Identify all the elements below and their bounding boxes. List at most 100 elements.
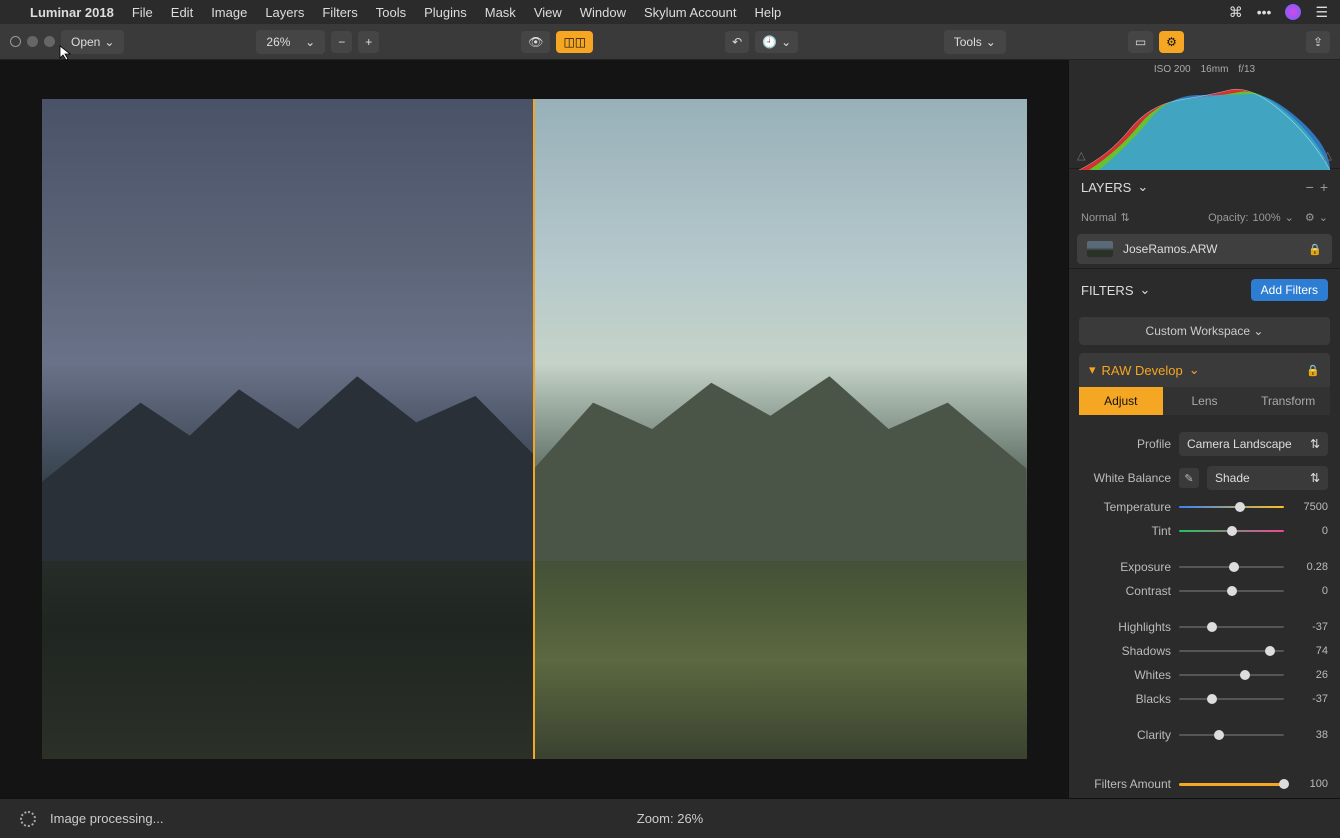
histogram[interactable]: ISO 200 16mm f/13 △ △ (1069, 60, 1340, 168)
opacity-value[interactable]: 100% (1252, 212, 1280, 224)
plus-icon[interactable]: + (1320, 179, 1328, 195)
history-dot-1[interactable] (10, 36, 21, 47)
workspace-select[interactable]: Custom Workspace ⌄ (1079, 317, 1330, 345)
menu-edit[interactable]: Edit (171, 5, 193, 20)
layers-header[interactable]: LAYERS ⌄ − + (1069, 168, 1340, 205)
whites-value: 26 (1292, 669, 1328, 681)
blacks-slider[interactable] (1179, 698, 1284, 700)
lock-icon: 🔒 (1306, 364, 1320, 377)
export-button[interactable]: ⇪ (1306, 31, 1330, 53)
menu-help[interactable]: Help (755, 5, 782, 20)
shadow-clip-icon[interactable]: △ (1077, 149, 1085, 162)
history-dot-2[interactable] (27, 36, 38, 47)
chevron-down-icon: ⌄ (986, 35, 996, 49)
tint-label: Tint (1081, 524, 1171, 538)
undo-icon: ↶ (732, 35, 742, 49)
undo-button[interactable]: ↶ (725, 31, 749, 53)
panel-icon: ▭ (1135, 35, 1146, 49)
exposure-slider[interactable] (1179, 566, 1284, 568)
contrast-value: 0 (1292, 585, 1328, 597)
temperature-slider[interactable] (1179, 506, 1284, 508)
adjust-panel-button[interactable]: ⚙ (1159, 31, 1184, 53)
compare-view-button[interactable]: ◫◫ (556, 31, 593, 53)
right-panel: ISO 200 16mm f/13 △ △ LAYERS ⌄ − + (1068, 60, 1340, 798)
menu-mask[interactable]: Mask (485, 5, 516, 20)
tab-lens[interactable]: Lens (1163, 387, 1247, 415)
processing-text: Image processing... (50, 811, 163, 826)
highlights-value: -37 (1292, 621, 1328, 633)
triangle-down-icon: ▾ (1089, 362, 1096, 378)
tools-dropdown[interactable]: Tools ⌄ (944, 30, 1006, 54)
shadows-slider[interactable] (1179, 650, 1284, 652)
tab-transform[interactable]: Transform (1246, 387, 1330, 415)
before-image (42, 99, 535, 759)
raw-develop-header[interactable]: ▾ RAW Develop ⌄ 🔒 (1079, 353, 1330, 387)
menu-view[interactable]: View (534, 5, 562, 20)
menu-window[interactable]: Window (580, 5, 626, 20)
clarity-slider[interactable] (1179, 734, 1284, 736)
profile-select[interactable]: Camera Landscape⇅ (1179, 432, 1328, 456)
focal-text: 16mm (1201, 64, 1229, 75)
preview-eye-button[interactable]: 👁 (521, 31, 550, 53)
opacity-label: Opacity: (1208, 212, 1248, 224)
highlights-slider[interactable] (1179, 626, 1284, 628)
after-image (534, 99, 1027, 759)
tab-adjust[interactable]: Adjust (1079, 387, 1163, 415)
contrast-label: Contrast (1081, 584, 1171, 598)
zoom-select[interactable]: 26% ⌄ (256, 30, 325, 54)
dots-icon[interactable]: ••• (1257, 4, 1272, 20)
zoom-out-button[interactable]: − (331, 31, 352, 53)
compare-container (42, 99, 1027, 759)
chevron-down-icon: ⌄ (781, 35, 791, 49)
menu-layers[interactable]: Layers (265, 5, 304, 20)
keyboard-icon[interactable]: ⌘ (1229, 4, 1243, 21)
chevron-down-icon: ⌄ (1189, 362, 1200, 378)
tint-slider[interactable] (1179, 530, 1284, 532)
layer-item[interactable]: JoseRamos.ARW 🔒 (1077, 234, 1332, 264)
minus-icon[interactable]: − (1306, 179, 1314, 195)
macos-menubar: Luminar 2018 File Edit Image Layers Filt… (0, 0, 1340, 24)
updown-icon: ⇅ (1120, 211, 1129, 224)
compare-divider[interactable] (533, 99, 535, 759)
aperture-text: f/13 (1238, 64, 1255, 75)
filters-header[interactable]: FILTERS ⌄ Add Filters (1069, 268, 1340, 311)
clarity-label: Clarity (1081, 728, 1171, 742)
app-name[interactable]: Luminar 2018 (30, 5, 114, 20)
eyedropper-icon: ✎ (1184, 472, 1193, 485)
filters-amount-slider[interactable] (1179, 783, 1284, 786)
lock-icon: 🔒 (1308, 243, 1322, 256)
history-button[interactable]: 🕘⌄ (755, 31, 798, 53)
contrast-slider[interactable] (1179, 590, 1284, 592)
menu-tools[interactable]: Tools (376, 5, 406, 20)
toolbar: Open⌄ 26% ⌄ − + 👁 ◫◫ ↶ 🕘⌄ Tools⌄ ▭ ⚙ ⇪ (0, 24, 1340, 60)
gear-icon[interactable]: ⚙ (1305, 211, 1315, 224)
tools-label: Tools (954, 35, 982, 49)
menu-filters[interactable]: Filters (322, 5, 357, 20)
exposure-value: 0.28 (1292, 561, 1328, 573)
user-avatar-icon[interactable] (1285, 4, 1301, 20)
eyedropper-button[interactable]: ✎ (1179, 468, 1199, 488)
menu-skylum-account[interactable]: Skylum Account (644, 5, 737, 20)
menu-image[interactable]: Image (211, 5, 247, 20)
filters-title: FILTERS (1081, 283, 1134, 298)
highlight-clip-icon[interactable]: △ (1324, 149, 1332, 162)
zoom-in-button[interactable]: + (358, 31, 379, 53)
filters-amount-value: 100 (1292, 778, 1328, 790)
menu-file[interactable]: File (132, 5, 153, 20)
zoom-status: Zoom: 26% (637, 811, 703, 826)
image-viewport[interactable] (0, 60, 1068, 798)
whites-label: Whites (1081, 668, 1171, 682)
whites-slider[interactable] (1179, 674, 1284, 676)
share-icon: ⇪ (1313, 35, 1323, 49)
history-dot-3[interactable] (44, 36, 55, 47)
chevron-down-icon: ⌄ (305, 35, 315, 49)
chevron-down-icon: ⌄ (1253, 324, 1263, 338)
menu-plugins[interactable]: Plugins (424, 5, 467, 20)
blend-mode[interactable]: Normal (1081, 212, 1116, 224)
list-icon[interactable]: ☰ (1315, 4, 1328, 21)
add-filters-button[interactable]: Add Filters (1251, 279, 1328, 301)
temperature-value: 7500 (1292, 501, 1328, 513)
exposure-label: Exposure (1081, 560, 1171, 574)
panel-toggle-button[interactable]: ▭ (1128, 31, 1153, 53)
wb-select[interactable]: Shade⇅ (1207, 466, 1328, 490)
